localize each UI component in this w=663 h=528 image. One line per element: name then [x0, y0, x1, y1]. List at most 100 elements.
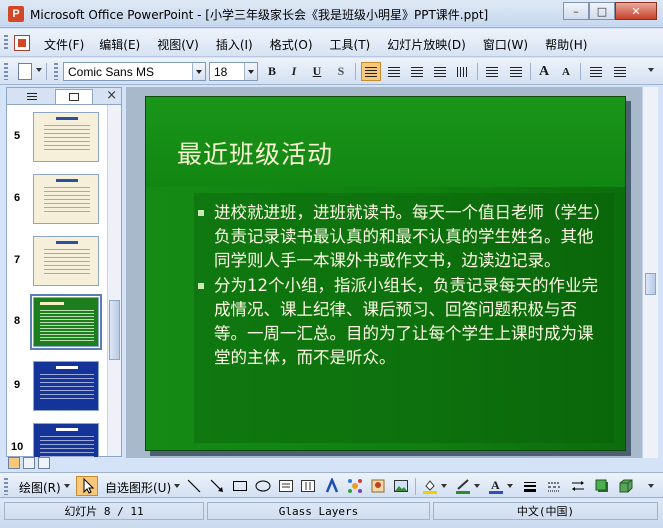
document-icon[interactable]: [14, 35, 30, 51]
shadow-style-icon[interactable]: [594, 478, 610, 494]
bullets-icon: [510, 66, 522, 77]
menu-tools[interactable]: 工具(T): [330, 36, 371, 53]
slide-canvas[interactable]: 最近班级活动 进校就进班，进班就读书。每天一个值日老师（学生）负责记录读书最认真…: [145, 96, 626, 451]
select-objects-icon[interactable]: [76, 476, 98, 496]
toolbar-grip-icon[interactable]: [4, 478, 8, 495]
toolbar-options-icon[interactable]: [648, 68, 654, 72]
chevron-down-icon[interactable]: [507, 484, 513, 488]
slide-sorter-view-icon[interactable]: [23, 457, 35, 469]
menu-file[interactable]: 文件(F): [44, 36, 84, 53]
language-indicator: 中文(中国): [433, 502, 658, 520]
menu-window[interactable]: 窗口(W): [483, 36, 528, 53]
minimize-button[interactable]: –: [563, 2, 589, 20]
slide-thumbnail-selected[interactable]: [30, 294, 102, 350]
line-color-icon[interactable]: [455, 478, 471, 494]
align-center-button[interactable]: [384, 62, 404, 81]
bold-button[interactable]: B: [262, 62, 282, 81]
shadow-button[interactable]: S: [331, 62, 351, 81]
menu-help[interactable]: 帮助(H): [545, 36, 587, 53]
align-left-button[interactable]: [361, 62, 381, 81]
menu-insert[interactable]: 插入(I): [216, 36, 253, 53]
slide-thumbnail-row[interactable]: 9: [7, 361, 107, 419]
menu-view[interactable]: 视图(V): [157, 36, 199, 53]
align-right-button[interactable]: [407, 62, 427, 81]
font-color-icon[interactable]: A: [488, 478, 504, 494]
line-style-icon[interactable]: [522, 478, 538, 494]
underline-button[interactable]: U: [307, 62, 327, 81]
new-document-icon[interactable]: [18, 63, 32, 80]
increase-indent-button[interactable]: [610, 62, 630, 81]
slide-bullet: 分为12个小组，指派小组长，负责记录每天的作业完成情况、课上纪律、课后预习、回答…: [198, 274, 608, 370]
slide-thumbnail[interactable]: [33, 423, 99, 457]
toolbar-grip-icon[interactable]: [4, 35, 8, 51]
slide-body-text[interactable]: 进校就进班，进班就读书。每天一个值日老师（学生）负责记录读书最认真的和最不认真的…: [198, 201, 608, 370]
font-size-select[interactable]: 18: [209, 62, 258, 81]
slide-thumbnail-row[interactable]: 6: [7, 174, 107, 232]
fill-color-icon[interactable]: [422, 478, 438, 494]
chevron-down-icon[interactable]: [174, 484, 180, 488]
slide-thumbnail-row[interactable]: 10: [7, 423, 107, 457]
3d-style-icon[interactable]: [618, 478, 634, 494]
decrease-indent-button[interactable]: [586, 62, 606, 81]
chevron-down-icon[interactable]: [36, 68, 42, 72]
toolbar-separator: [580, 63, 581, 80]
toolbar-grip-icon[interactable]: [54, 63, 58, 80]
menu-edit[interactable]: 编辑(E): [99, 36, 140, 53]
insert-picture-icon[interactable]: [393, 478, 409, 494]
chevron-down-icon[interactable]: [474, 484, 480, 488]
justify-button[interactable]: [430, 62, 450, 81]
chevron-down-icon[interactable]: [441, 484, 447, 488]
wordart-icon[interactable]: [324, 476, 340, 494]
powerpoint-app-icon[interactable]: P: [8, 6, 24, 22]
thumbnails-scrollbar[interactable]: [107, 105, 121, 456]
scrollbar-thumb[interactable]: [645, 273, 656, 295]
close-button[interactable]: ✕: [615, 2, 657, 20]
numbering-button[interactable]: [482, 62, 502, 81]
shrink-font-button[interactable]: A: [556, 62, 576, 81]
slide-thumbnail-row[interactable]: 7: [7, 236, 107, 294]
slide-title[interactable]: 最近班级活动: [177, 135, 333, 171]
toolbar-grip-icon[interactable]: [4, 63, 8, 80]
slide-scrollbar[interactable]: [642, 87, 658, 458]
slide-thumbnail-row[interactable]: 5: [7, 112, 107, 170]
italic-button[interactable]: I: [284, 62, 304, 81]
tab-slides[interactable]: [55, 89, 93, 104]
chevron-down-icon[interactable]: [64, 484, 70, 488]
pane-close-icon[interactable]: ×: [106, 88, 117, 103]
rectangle-icon[interactable]: [232, 478, 248, 494]
chevron-down-icon[interactable]: [192, 63, 205, 80]
draw-menu-button[interactable]: 绘图(R): [19, 479, 61, 496]
bullets-button[interactable]: [506, 62, 526, 81]
align-left-icon: [365, 66, 377, 77]
autoshapes-menu-button[interactable]: 自选图形(U): [105, 479, 171, 496]
slide-thumbnail-row[interactable]: 8: [7, 294, 107, 355]
grow-font-button[interactable]: A: [534, 62, 554, 81]
decrease-indent-icon: [590, 66, 602, 77]
dash-style-icon[interactable]: [546, 478, 562, 494]
slide-thumbnail[interactable]: [33, 361, 99, 411]
vertical-text-box-icon[interactable]: [300, 478, 316, 494]
tab-outline[interactable]: [13, 89, 51, 104]
normal-view-icon[interactable]: [8, 457, 20, 469]
maximize-button[interactable]: □: [589, 2, 615, 20]
arrow-style-icon[interactable]: [570, 478, 586, 494]
toolbar-options-icon[interactable]: [648, 484, 654, 488]
scrollbar-thumb[interactable]: [109, 300, 120, 360]
window-title: Microsoft Office PowerPoint - [小学三年级家长会《…: [30, 8, 489, 22]
text-box-icon[interactable]: [278, 478, 294, 494]
slideshow-view-icon[interactable]: [38, 457, 50, 469]
slide-thumbnail[interactable]: [33, 236, 99, 286]
menu-slideshow[interactable]: 幻灯片放映(D): [387, 36, 466, 53]
font-name-select[interactable]: Comic Sans MS: [63, 62, 206, 81]
slide-thumbnail[interactable]: [33, 174, 99, 224]
clip-art-icon[interactable]: [370, 478, 386, 494]
diagram-icon[interactable]: [347, 478, 363, 494]
line-icon[interactable]: [186, 478, 202, 494]
oval-icon[interactable]: [255, 478, 271, 494]
chevron-down-icon[interactable]: [244, 63, 257, 80]
menu-format[interactable]: 格式(O): [270, 36, 313, 53]
slide-thumbnail[interactable]: [33, 112, 99, 162]
slide-number: 10: [11, 441, 24, 453]
distributed-button[interactable]: [453, 62, 473, 81]
arrow-icon[interactable]: [209, 478, 225, 494]
